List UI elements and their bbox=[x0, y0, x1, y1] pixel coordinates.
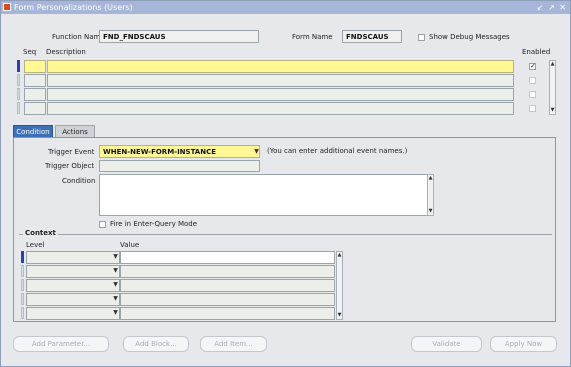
chevron-down-icon[interactable]: ▼ bbox=[112, 266, 119, 276]
fire-query-checkbox[interactable] bbox=[99, 221, 106, 228]
chevron-down-icon[interactable]: ▼ bbox=[112, 252, 119, 262]
record-marker[interactable] bbox=[17, 88, 20, 100]
enabled-column-header: Enabled bbox=[522, 48, 551, 56]
scroll-down-icon[interactable]: ▼ bbox=[428, 208, 433, 215]
context-scrollbar[interactable]: ▲ ▼ bbox=[336, 251, 343, 320]
context-divider bbox=[19, 234, 552, 235]
scroll-down-icon[interactable]: ▼ bbox=[337, 312, 342, 319]
scroll-up-icon[interactable]: ▲ bbox=[428, 175, 433, 182]
trigger-event-label: Trigger Event bbox=[48, 148, 95, 156]
record-marker[interactable] bbox=[17, 74, 20, 86]
rule-description-field[interactable] bbox=[47, 102, 514, 115]
trigger-object-field[interactable] bbox=[99, 160, 260, 172]
value-column-header: Value bbox=[120, 241, 140, 249]
record-marker[interactable] bbox=[21, 307, 24, 319]
record-marker[interactable] bbox=[17, 102, 20, 114]
window-controls-icon[interactable]: ↙ ↗ ✕ bbox=[537, 1, 567, 14]
record-marker[interactable] bbox=[17, 60, 20, 72]
context-value-field[interactable] bbox=[120, 279, 335, 292]
context-value-field[interactable] bbox=[120, 251, 335, 264]
context-value-field[interactable] bbox=[120, 265, 335, 278]
rule-description-field[interactable] bbox=[47, 74, 514, 87]
rule-description-field[interactable] bbox=[47, 88, 514, 101]
description-column-header: Description bbox=[46, 48, 86, 56]
trigger-event-hint: (You can enter additional event names.) bbox=[267, 147, 408, 155]
window-title: Form Personalizations (Users) bbox=[14, 3, 133, 12]
level-column-header: Level bbox=[26, 241, 45, 249]
chevron-down-icon[interactable]: ▼ bbox=[253, 147, 260, 157]
title-bar[interactable]: Form Personalizations (Users) ↙ ↗ ✕ bbox=[1, 1, 570, 14]
condition-textarea[interactable] bbox=[99, 174, 428, 216]
show-debug-label: Show Debug Messages bbox=[429, 33, 510, 41]
record-marker[interactable] bbox=[21, 251, 24, 263]
context-level-select[interactable] bbox=[26, 279, 120, 292]
function-name-label: Function Name bbox=[52, 33, 105, 41]
rule-seq-field[interactable] bbox=[24, 60, 46, 73]
add-block-button[interactable]: Add Block... bbox=[123, 336, 189, 352]
condition-label: Condition bbox=[62, 177, 96, 185]
rule-enabled-checkbox[interactable] bbox=[529, 91, 536, 98]
rules-scrollbar[interactable]: ▲ ▼ bbox=[549, 60, 556, 115]
context-value-field[interactable] bbox=[120, 307, 335, 320]
add-item-button[interactable]: Add Item... bbox=[200, 336, 267, 352]
scroll-up-icon[interactable]: ▲ bbox=[337, 252, 342, 259]
apply-now-button[interactable]: Apply Now bbox=[490, 336, 557, 352]
rule-enabled-checkbox[interactable] bbox=[529, 77, 536, 84]
form-name-field[interactable]: FNDSCAUS bbox=[342, 30, 402, 43]
fire-query-label: Fire in Enter-Query Mode bbox=[110, 220, 198, 228]
trigger-event-field[interactable]: WHEN-NEW-FORM-INSTANCE bbox=[99, 145, 260, 158]
trigger-object-label: Trigger Object bbox=[45, 162, 95, 170]
condition-scrollbar[interactable]: ▲ ▼ bbox=[427, 174, 434, 216]
context-level-select[interactable] bbox=[26, 265, 120, 278]
rule-seq-field[interactable] bbox=[24, 74, 46, 87]
context-section-label: Context bbox=[23, 229, 58, 237]
context-value-field[interactable] bbox=[120, 293, 335, 306]
rule-enabled-checkbox[interactable] bbox=[529, 105, 536, 112]
oracle-forms-icon bbox=[3, 3, 11, 11]
record-marker[interactable] bbox=[21, 279, 24, 291]
context-level-select[interactable] bbox=[26, 293, 120, 306]
chevron-down-icon[interactable]: ▼ bbox=[112, 308, 119, 318]
show-debug-checkbox[interactable] bbox=[418, 34, 425, 41]
function-name-field[interactable]: FND_FNDSCAUS bbox=[99, 30, 259, 43]
seq-column-header: Seq bbox=[23, 48, 37, 56]
chevron-down-icon[interactable]: ▼ bbox=[112, 280, 119, 290]
add-parameter-button[interactable]: Add Parameter... bbox=[13, 336, 109, 352]
rule-description-field[interactable] bbox=[47, 60, 514, 73]
rule-enabled-checkbox[interactable]: ✓ bbox=[529, 63, 536, 70]
record-marker[interactable] bbox=[21, 265, 24, 277]
scroll-up-icon[interactable]: ▲ bbox=[550, 61, 555, 68]
context-level-select[interactable] bbox=[26, 307, 120, 320]
validate-button[interactable]: Validate bbox=[411, 336, 482, 352]
form-personalizations-window: Form Personalizations (Users) ↙ ↗ ✕ Func… bbox=[0, 0, 571, 367]
chevron-down-icon[interactable]: ▼ bbox=[112, 294, 119, 304]
rule-seq-field[interactable] bbox=[24, 88, 46, 101]
record-marker[interactable] bbox=[21, 293, 24, 305]
form-name-label: Form Name bbox=[292, 33, 333, 41]
rule-seq-field[interactable] bbox=[24, 102, 46, 115]
scroll-down-icon[interactable]: ▼ bbox=[550, 107, 555, 114]
context-level-select[interactable] bbox=[26, 251, 120, 264]
